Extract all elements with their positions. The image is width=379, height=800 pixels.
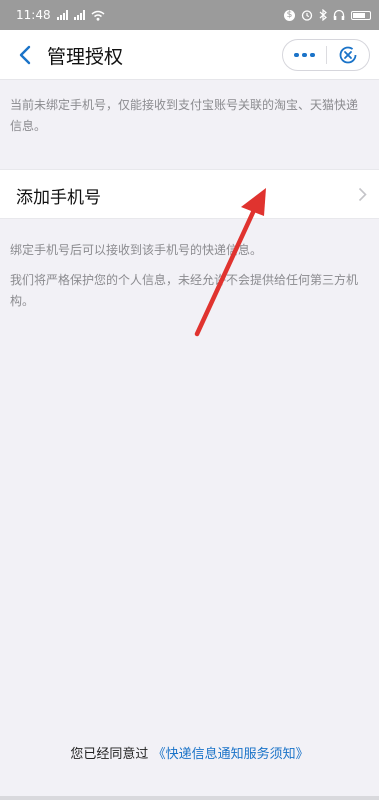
page-title: 管理授权: [47, 46, 124, 68]
payment-icon: $: [284, 9, 295, 21]
add-phone-label: 添加手机号: [16, 188, 101, 208]
mini-program-capsule: [282, 39, 370, 71]
bluetooth-icon: [319, 9, 327, 21]
chevron-right-icon: [358, 187, 367, 202]
bottom-strip: [0, 796, 379, 800]
alarm-icon: [301, 10, 313, 21]
info-text-2: 我们将严格保护您的个人信息，未经允许不会提供给任何第三方机构。: [10, 273, 359, 308]
back-arrow-icon: [19, 45, 31, 65]
add-phone-row[interactable]: 添加手机号: [0, 169, 379, 219]
status-time: 11:48: [16, 8, 51, 22]
battery-icon: [351, 10, 371, 20]
headphones-icon: [333, 9, 345, 20]
more-icon: [293, 53, 315, 57]
close-button[interactable]: [326, 40, 369, 70]
footer-agreement-text: 您已经同意过: [70, 747, 149, 762]
service-terms-link[interactable]: 《快递信息通知服务须知》: [153, 747, 309, 762]
back-button[interactable]: [10, 40, 40, 70]
info-text-1: 绑定手机号后可以接收到该手机号的快递信息。: [10, 243, 263, 257]
nav-bar: 管理授权: [0, 30, 379, 80]
footer: 您已经同意过 《快递信息通知服务须知》: [0, 743, 379, 762]
status-bar: 11:48 $: [0, 0, 379, 30]
more-button[interactable]: [283, 40, 326, 70]
signal-icon: [56, 10, 68, 20]
close-target-icon: [339, 46, 357, 64]
binding-notice: 当前未绑定手机号，仅能接收到支付宝账号关联的淘宝、天猫快递信息。: [10, 98, 359, 133]
wifi-icon: [91, 10, 105, 21]
signal-icon-2: [73, 10, 85, 20]
